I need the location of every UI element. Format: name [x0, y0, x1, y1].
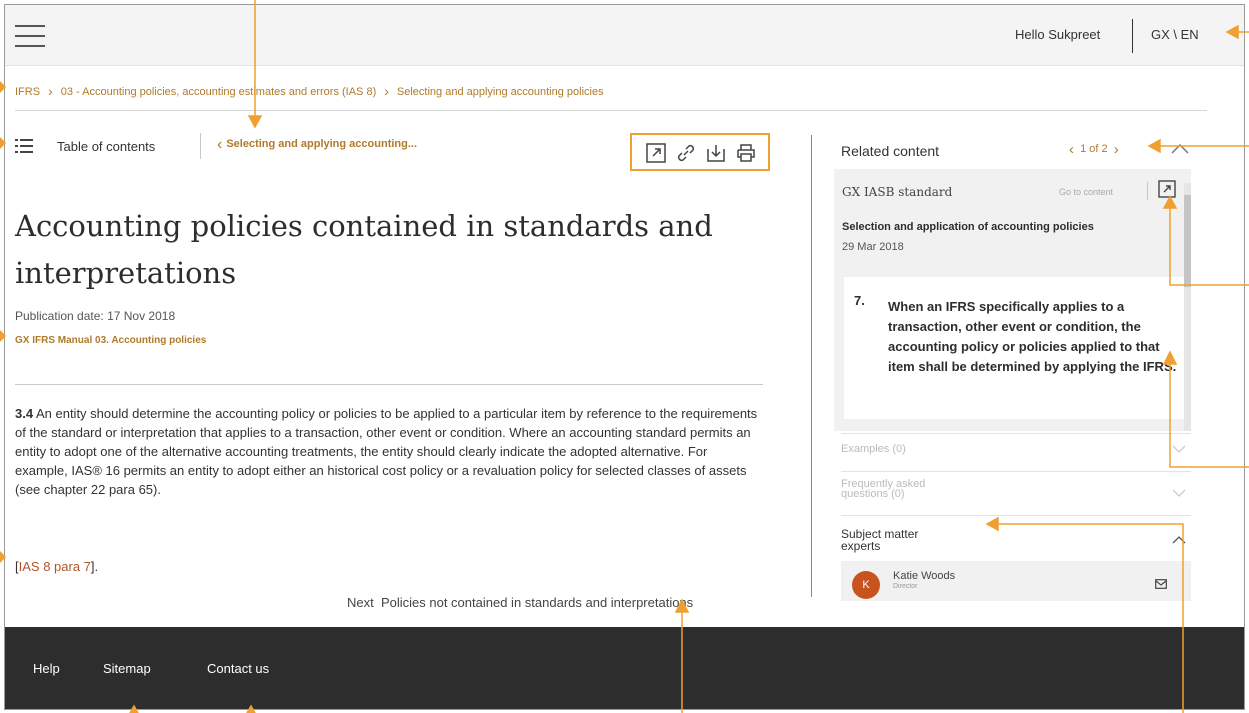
locale-selector[interactable]: GX \ EN — [1151, 27, 1199, 42]
download-icon[interactable] — [704, 141, 728, 165]
breadcrumb-item[interactable]: Selecting and applying accounting polici… — [397, 86, 604, 98]
goto-divider — [1147, 182, 1148, 200]
citation-bracket: ]. — [90, 559, 99, 574]
footer-link-contact[interactable]: Contact us — [207, 661, 269, 676]
faq-accordion[interactable]: Frequently asked questions (0) — [841, 479, 1191, 500]
mail-icon[interactable] — [1155, 579, 1167, 589]
card-quote: 7. When an IFRS specifically applies to … — [844, 277, 1184, 419]
citation: [IAS 8 para 7]. — [15, 559, 98, 574]
page-title: Accounting policies contained in standar… — [15, 209, 713, 290]
quote-number: 7. — [854, 293, 865, 308]
expert-role: Director — [893, 583, 918, 590]
article-paragraph: 3.4 An entity should determine the accou… — [15, 404, 760, 499]
examples-accordion[interactable]: Examples (0) — [841, 443, 1191, 455]
next-title: Policies not contained in standards and … — [380, 595, 694, 610]
toc-divider — [200, 133, 201, 159]
card-date: 29 Mar 2018 — [842, 241, 904, 253]
next-label: Next — [347, 595, 374, 610]
breadcrumb-item[interactable]: 03 - Accounting policies, accounting est… — [61, 86, 377, 98]
accordion-divider — [841, 433, 1191, 434]
related-content-title: Related content — [841, 143, 940, 159]
open-external-icon[interactable] — [644, 141, 668, 165]
article-divider — [15, 384, 763, 385]
expert-row: K Katie Woods Director — [841, 561, 1191, 601]
back-section-link[interactable]: ‹ Selecting and applying accounting... — [217, 136, 417, 154]
breadcrumb-item[interactable]: IFRS — [15, 86, 40, 98]
pager-label: 1 of 2 — [1080, 143, 1108, 155]
citation-link[interactable]: IAS 8 para 7 — [19, 559, 91, 574]
footer: Help Sitemap Contact us — [5, 627, 1244, 709]
footer-link-sitemap[interactable]: Sitemap — [103, 661, 151, 676]
breadcrumb-divider — [15, 110, 1207, 111]
table-of-contents-button[interactable]: Table of contents — [57, 139, 155, 154]
back-section-label: Selecting and applying accounting... — [226, 138, 418, 150]
chevron-down-icon[interactable] — [1172, 445, 1186, 454]
next-page-link[interactable]: Next Policies not contained in standards… — [347, 595, 693, 610]
list-icon[interactable] — [15, 139, 33, 153]
card-source-label: GX IASB standard — [842, 185, 953, 199]
expert-name: Katie Woods — [893, 570, 956, 582]
chevron-down-icon[interactable] — [1172, 489, 1186, 498]
publication-date: Publication date: 17 Nov 2018 — [15, 309, 176, 323]
chevron-left-icon: ‹ — [217, 136, 223, 153]
manual-link[interactable]: GX IFRS Manual 03. Accounting policies — [15, 335, 206, 346]
document-tools — [630, 133, 770, 171]
breadcrumb: IFRS › 03 - Accounting policies, accountin… — [15, 83, 604, 99]
link-icon[interactable] — [674, 141, 698, 165]
user-greeting: Hello Sukpreet — [1015, 27, 1101, 42]
chevron-up-icon[interactable] — [1171, 143, 1189, 155]
card-heading[interactable]: Selection and application of accounting … — [842, 221, 1182, 233]
print-icon[interactable] — [734, 141, 758, 165]
paragraph-text: An entity should determine the accountin… — [15, 406, 758, 497]
quote-text: When an IFRS specifically applies to a t… — [888, 299, 1177, 374]
page-frame: Hello Sukpreet GX \ EN IFRS › 03 - Account… — [4, 4, 1245, 710]
chevron-right-icon: › — [48, 83, 53, 99]
top-bar: Hello Sukpreet GX \ EN — [5, 5, 1244, 66]
open-external-icon[interactable] — [1157, 179, 1177, 199]
paragraph-number: 3.4 — [15, 406, 34, 421]
footer-link-help[interactable]: Help — [33, 661, 60, 676]
scrollbar-thumb[interactable] — [1184, 195, 1191, 287]
chevron-left-icon[interactable]: ‹ — [1069, 141, 1074, 158]
column-divider — [811, 135, 812, 597]
sme-label-line2: experts — [841, 539, 881, 553]
avatar: K — [852, 571, 880, 599]
related-content-card: GX IASB standard Go to content Selection… — [834, 169, 1191, 431]
related-pager: ‹ 1 of 2 › — [1069, 141, 1119, 158]
header-divider — [1132, 19, 1133, 53]
subject-matter-experts-accordion[interactable]: Subject matter experts — [841, 528, 918, 552]
hamburger-menu-icon[interactable] — [15, 25, 45, 47]
accordion-divider — [841, 515, 1191, 516]
chevron-up-icon[interactable] — [1172, 535, 1186, 544]
accordion-divider — [841, 471, 1191, 472]
chevron-right-icon[interactable]: › — [1114, 141, 1119, 158]
faq-label-line2: questions (0) — [841, 488, 905, 500]
go-to-content-link[interactable]: Go to content — [1059, 187, 1113, 197]
chevron-right-icon: › — [384, 83, 389, 99]
